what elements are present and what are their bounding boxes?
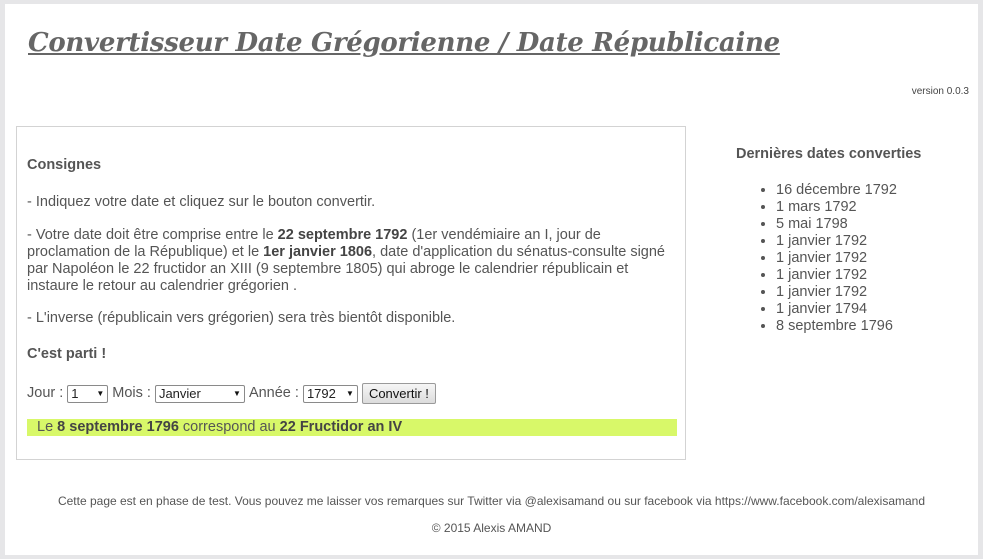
list-item: 1 janvier 1792 bbox=[776, 233, 966, 250]
converter-panel: Consignes - Indiquez votre date et cliqu… bbox=[16, 126, 686, 460]
start-heading: C'est parti ! bbox=[27, 346, 107, 362]
list-item: 1 janvier 1792 bbox=[776, 250, 966, 267]
consignes-heading: Consignes bbox=[27, 157, 102, 173]
recent-dates-list: 16 décembre 1792 1 mars 1792 5 mai 1798 … bbox=[736, 182, 966, 335]
convert-button[interactable]: Convertir ! bbox=[361, 383, 436, 404]
instruction-2: - Votre date doit être comprise entre le… bbox=[27, 227, 665, 294]
list-item: 8 septembre 1796 bbox=[776, 318, 966, 335]
version-label: version 0.0.3 bbox=[911, 86, 969, 97]
annee-label: Année : bbox=[248, 385, 299, 401]
date-form: Jour : 1 ▼ Mois : Janvier ▼ Année : 1792 ▼ … bbox=[27, 383, 436, 404]
mois-select[interactable]: Janvier ▼ bbox=[154, 384, 245, 403]
list-item: 1 mars 1792 bbox=[776, 199, 966, 216]
mois-label: Mois : bbox=[112, 385, 151, 401]
jour-select[interactable]: 1 ▼ bbox=[67, 384, 109, 403]
jour-label: Jour : bbox=[27, 385, 64, 401]
page: Convertisseur Date Grégorienne / Date Ré… bbox=[5, 4, 978, 555]
dropdown-arrow-icon: ▼ bbox=[233, 389, 241, 398]
list-item: 16 décembre 1792 bbox=[776, 182, 966, 199]
recent-dates-panel: Dernières dates converties 16 décembre 1… bbox=[736, 146, 966, 335]
list-item: 1 janvier 1792 bbox=[776, 284, 966, 301]
footer-copyright: © 2015 Alexis AMAND bbox=[431, 521, 552, 535]
recent-dates-heading: Dernières dates converties bbox=[736, 146, 922, 162]
annee-select[interactable]: 1792 ▼ bbox=[302, 384, 358, 403]
dropdown-arrow-icon: ▼ bbox=[346, 389, 354, 398]
dropdown-arrow-icon: ▼ bbox=[96, 389, 105, 398]
list-item: 1 janvier 1792 bbox=[776, 267, 966, 284]
footer-note: Cette page est en phase de test. Vous po… bbox=[57, 494, 926, 508]
list-item: 1 janvier 1794 bbox=[776, 301, 966, 318]
conversion-result: Le 8 septembre 1796 correspond au 22 Fru… bbox=[27, 419, 677, 436]
list-item: 5 mai 1798 bbox=[776, 216, 966, 233]
instruction-1: - Indiquez votre date et cliquez sur le … bbox=[27, 194, 376, 210]
instruction-3: - L'inverse (républicain vers grégorien)… bbox=[27, 310, 456, 326]
page-title: Convertisseur Date Grégorienne / Date Ré… bbox=[28, 28, 780, 58]
